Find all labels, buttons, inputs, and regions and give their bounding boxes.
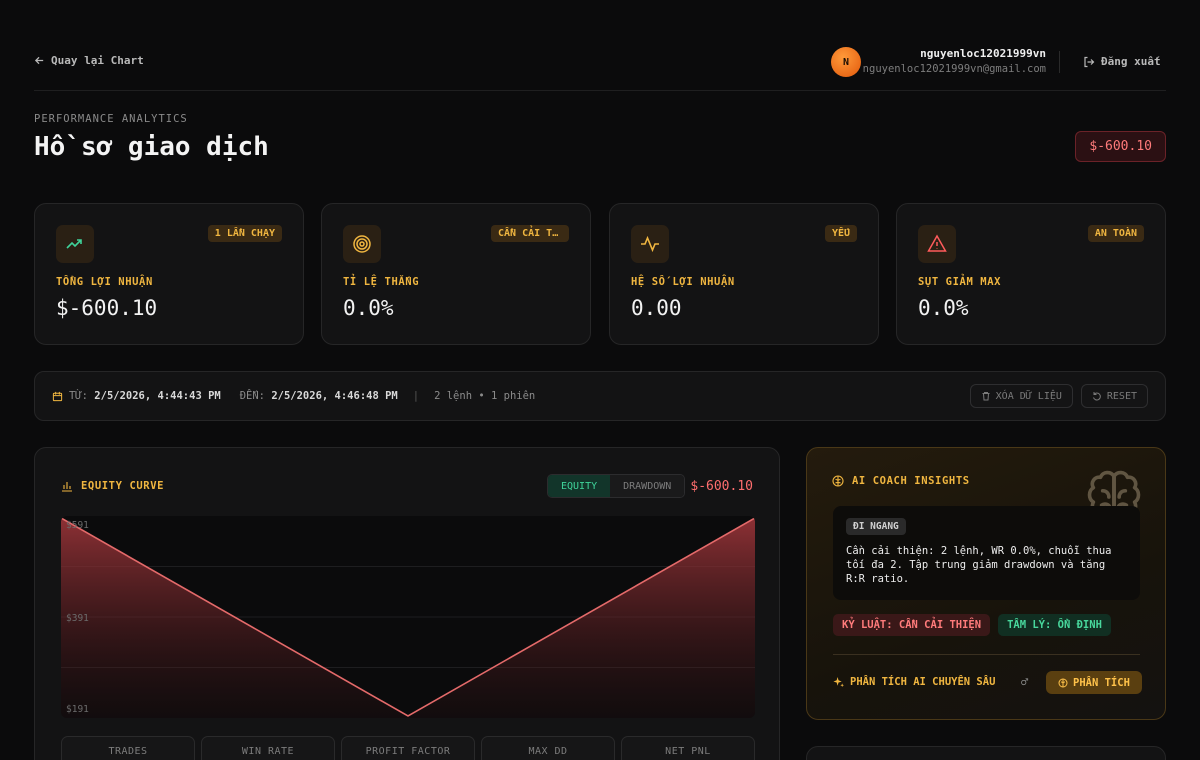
activity-icon: [631, 225, 669, 263]
metric-max-dd: MAX DD: [481, 736, 615, 760]
metric-win-rate: WIN RATE: [201, 736, 335, 760]
coach-title: AI COACH INSIGHTS: [832, 475, 970, 487]
deep-analysis-text: PHÂN TÍCH AI CHUYÊN SÂU: [850, 676, 996, 688]
stat-value: 0.0%: [343, 296, 394, 320]
sparkles-icon: [833, 676, 844, 687]
range-summary: 2 lệnh • 1 phiên: [434, 390, 536, 402]
logout-button[interactable]: Đăng xuất: [1083, 55, 1161, 68]
stat-card-max-drawdown: AN TOÀN SỤT GIẢM MAX 0.0%: [896, 203, 1166, 345]
trash-icon: [982, 392, 990, 401]
equity-chart: $591 $391 $191: [61, 516, 755, 718]
equity-area: [61, 518, 755, 718]
reset-button[interactable]: RESET: [1080, 384, 1148, 408]
equity-metrics: TRADES WIN RATE PROFIT FACTOR MAX DD NET…: [61, 736, 755, 760]
page-eyebrow: PERFORMANCE ANALYTICS: [34, 113, 188, 125]
deep-analysis-label: PHÂN TÍCH AI CHUYÊN SÂU: [833, 676, 995, 688]
equity-value: $-600.10: [690, 479, 753, 494]
equity-curve-panel: EQUITY CURVE EQUITY DRAWDOWN $-600.10 $5…: [34, 447, 780, 760]
stat-label: TỔNG LỢI NHUẬN: [56, 276, 153, 288]
stat-card-profit-factor: YẾU HỆ SỐ LỢI NHUẬN 0.00: [609, 203, 879, 345]
insight-box: ĐI NGANG Cần cải thiện: 2 lệnh, WR 0.0%,…: [833, 506, 1140, 600]
coach-tags: KỶ LUẬT: CẦN CẢI THIỆN TÂM LÝ: ỔN ĐỊNH: [833, 614, 1111, 636]
y-tick-label: $591: [66, 520, 89, 531]
stat-badge: AN TOÀN: [1087, 225, 1144, 242]
from-value: 2/5/2026, 4:44:43 PM: [94, 390, 221, 402]
trending-up-icon: [56, 225, 94, 263]
tab-equity[interactable]: EQUITY: [548, 475, 611, 497]
tab-drawdown[interactable]: DRAWDOWN: [610, 475, 685, 497]
next-panel: [806, 746, 1166, 760]
back-label: Quay lại Chart: [51, 54, 144, 67]
page-title: Hồ sơ giao dịch: [34, 132, 269, 162]
stat-card-total-profit: 1 LẦN CHẠY TỔNG LỢI NHUẬN $-600.10: [34, 203, 304, 345]
clear-data-label: XÓA DỮ LIỆU: [995, 390, 1062, 402]
alert-triangle-icon: [918, 225, 956, 263]
calendar-icon: [52, 391, 63, 401]
insight-text: Cần cải thiện: 2 lệnh, WR 0.0%, chuỗi th…: [846, 545, 1112, 585]
date-range-bar: TỪ: 2/5/2026, 4:44:43 PM ĐẾN: 2/5/2026, …: [34, 371, 1166, 421]
equity-view-toggle: EQUITY DRAWDOWN: [547, 474, 686, 498]
stat-badge: CẦN CẢI THIỆN: [491, 225, 569, 242]
metric-net-pnl: NET PNL: [621, 736, 755, 760]
equity-panel-title: EQUITY CURVE: [61, 480, 164, 492]
rotate-ccw-icon: [1092, 392, 1101, 401]
clear-data-button[interactable]: XÓA DỮ LIỆU: [969, 384, 1073, 408]
brain-small-icon: [832, 475, 844, 487]
arrow-left-icon: [34, 56, 44, 65]
stat-value: 0.00: [631, 296, 682, 320]
logout-icon: [1084, 56, 1095, 67]
stat-badge: 1 LẦN CHẠY: [207, 225, 282, 242]
from-label: TỪ:: [69, 390, 88, 402]
coach-divider: [833, 654, 1140, 655]
user-name: nguyenloc12021999vn: [920, 47, 1046, 60]
equity-title: EQUITY CURVE: [81, 480, 165, 492]
avatar[interactable]: N: [831, 47, 861, 77]
ai-coach-panel: AI COACH INSIGHTS ĐI NGANG Cần cải thiện…: [806, 447, 1166, 720]
back-to-chart-link[interactable]: Quay lại Chart: [34, 54, 144, 67]
to-label: ĐẾN:: [239, 390, 265, 402]
metric-trades: TRADES: [61, 736, 195, 760]
discipline-tag: KỶ LUẬT: CẦN CẢI THIỆN: [833, 614, 991, 636]
range-separator: |: [412, 390, 420, 402]
header-separator: [34, 90, 1166, 91]
psychology-tag: TÂM LÝ: ỔN ĐỊNH: [998, 614, 1111, 636]
reset-label: RESET: [1106, 390, 1137, 402]
user-email: nguyenloc12021999vn@gmail.com: [862, 63, 1046, 75]
header-divider: [1059, 51, 1060, 73]
coach-title-label: AI COACH INSIGHTS: [852, 475, 970, 487]
total-pnl-badge: $-600.10: [1075, 131, 1166, 162]
gender-icon[interactable]: ♂: [1021, 675, 1028, 689]
bar-chart-icon: [62, 482, 72, 492]
stat-label: HỆ SỐ LỢI NHUẬN: [631, 276, 735, 288]
analyze-label: PHÂN TÍCH: [1073, 676, 1130, 689]
stat-card-win-rate: CẦN CẢI THIỆN TỈ LỆ THẮNG 0.0%: [321, 203, 591, 345]
equity-chart-svg: $591 $391 $191: [61, 517, 755, 718]
stat-value: $-600.10: [56, 296, 158, 320]
metric-profit-factor: PROFIT FACTOR: [341, 736, 475, 760]
logout-label: Đăng xuất: [1101, 55, 1161, 68]
stat-badge: YẾU: [824, 225, 857, 242]
market-mode-tag: ĐI NGANG: [846, 518, 906, 535]
stat-label: SỤT GIẢM MAX: [918, 276, 1002, 288]
y-tick-label: $391: [66, 613, 89, 624]
brain-button-icon: [1058, 678, 1068, 687]
analyze-button[interactable]: PHÂN TÍCH: [1046, 671, 1142, 694]
to-value: 2/5/2026, 4:46:48 PM: [271, 390, 398, 402]
stat-label: TỈ LỆ THẮNG: [343, 276, 420, 288]
target-icon: [343, 225, 381, 263]
y-tick-label: $191: [66, 704, 89, 715]
stat-value: 0.0%: [918, 296, 969, 320]
